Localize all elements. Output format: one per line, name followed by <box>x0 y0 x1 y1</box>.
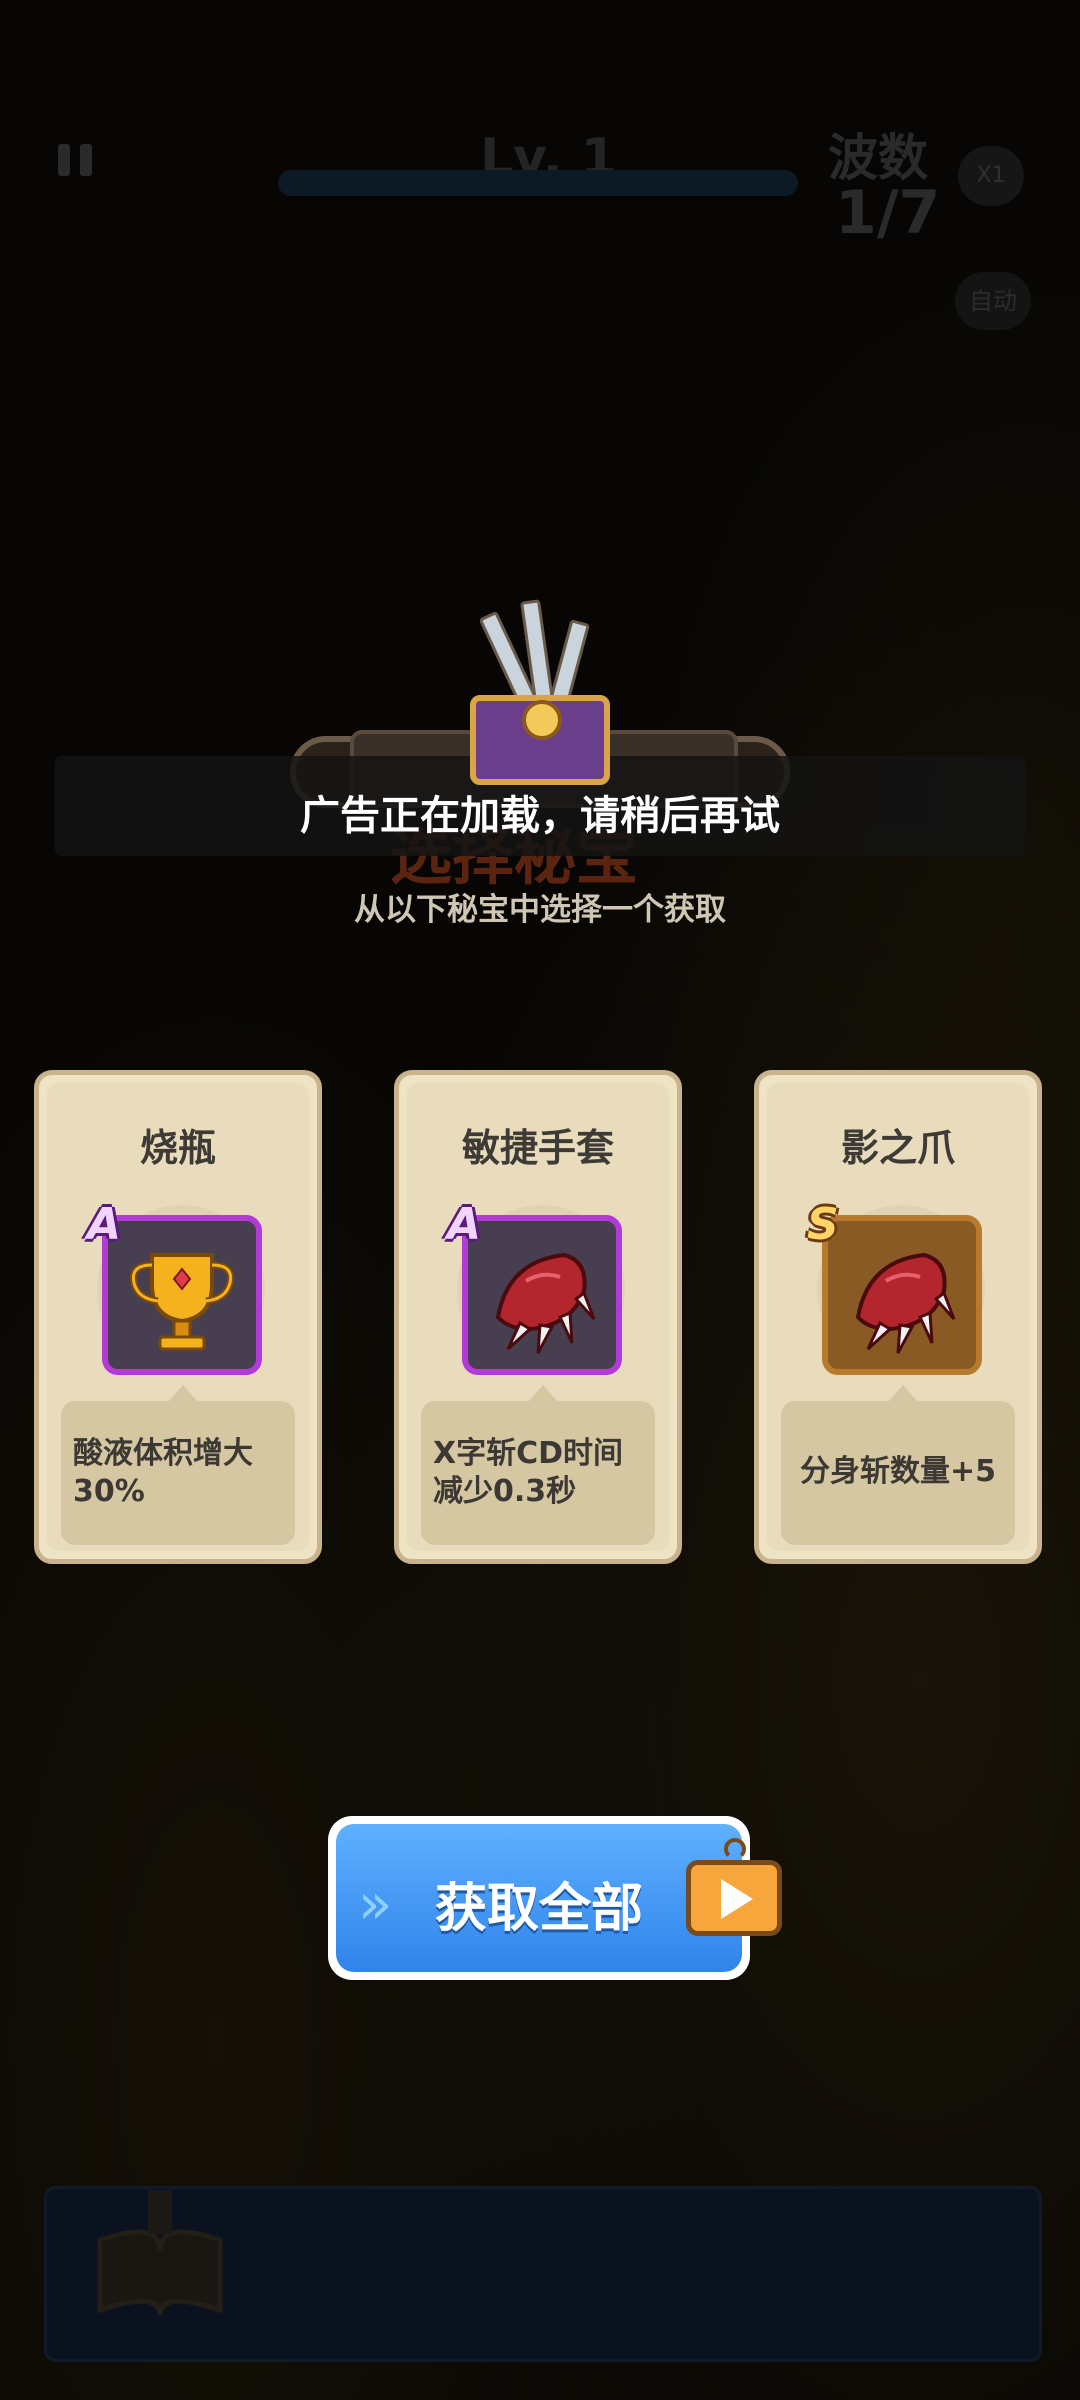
card-name: 敏捷手套 <box>461 1126 614 1170</box>
pause-button[interactable] <box>40 120 110 200</box>
description-box: 酸液体积增大30% <box>61 1401 295 1545</box>
wave-count: 1/7 <box>835 178 941 248</box>
rank-badge: S <box>807 1199 839 1250</box>
card-description: X字斩CD时间减少0.3秒 <box>433 1436 624 1509</box>
auto-button[interactable]: 自动 <box>955 272 1031 330</box>
rank-badge: A <box>87 1199 122 1250</box>
video-ad-icon <box>686 1860 782 1936</box>
card-name: 影之爪 <box>840 1126 955 1170</box>
card-description: 分身斩数量+5 <box>799 1454 996 1489</box>
treasure-card-flask[interactable]: 烧瓶 A 酸液体积增大30% <box>34 1070 322 1564</box>
treasure-chest-icon <box>470 599 620 790</box>
level-progress-bar <box>278 170 798 196</box>
book-icon[interactable] <box>80 2180 240 2330</box>
treasure-card-shadow-claw[interactable]: 影之爪 S 分身斩数量+5 <box>754 1070 1042 1564</box>
toast-message: 广告正在加载，请稍后再试 <box>300 793 780 839</box>
subtitle: 从以下秘宝中选择一个获取 <box>354 892 726 928</box>
card-name: 烧瓶 <box>139 1126 216 1170</box>
tv-antenna <box>724 1838 746 1860</box>
rank-badge: A <box>447 1199 482 1250</box>
description-box: 分身斩数量+5 <box>781 1401 1015 1545</box>
top-hud: Lv. 1 波数 1/7 X1 自动 <box>0 0 1080 340</box>
card-description: 酸液体积增大30% <box>73 1436 253 1509</box>
claim-all-label: 获取全部 <box>434 1879 643 1939</box>
treasure-card-agile-gloves[interactable]: 敏捷手套 A X字斩CD时间减少0.3秒 <box>394 1070 682 1564</box>
play-icon <box>721 1879 753 1919</box>
speed-button[interactable]: X1 <box>958 146 1024 206</box>
description-box: X字斩CD时间减少0.3秒 <box>421 1401 655 1545</box>
